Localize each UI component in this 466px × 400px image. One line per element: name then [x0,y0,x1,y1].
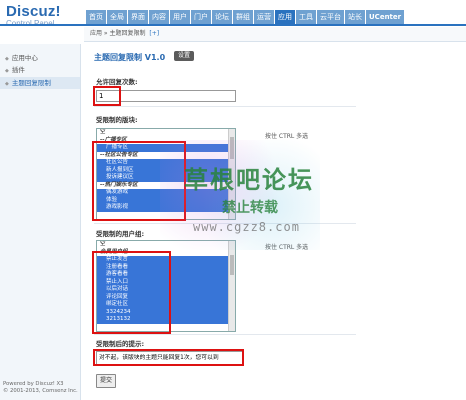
reply-count-label: 允许回复次数: [96,78,138,86]
nav-item[interactable]: 群组 [233,10,253,24]
message-label: 受限制后的提示: [96,340,145,348]
nav-divider [0,24,466,26]
sidebar-item-label: 主题回复限制 [11,79,51,87]
forums-label: 受限制的版块: [96,116,138,124]
nav-item[interactable]: 工具 [296,10,316,24]
nav-item[interactable]: 运营 [254,10,274,24]
breadcrumb: 应用 » 主题回复限制 [+] [84,27,466,42]
scroll-thumb[interactable] [230,255,234,275]
sidebar-item-label: 插件 [11,66,25,74]
sidebar-item-label: 应用中心 [11,54,38,62]
nav-item[interactable]: 云平台 [317,10,344,24]
sidebar: ◆ 应用中心 ◆ 插件 ◆ 主题回复限制 [0,44,81,400]
groups-label: 受限制的用户组: [96,230,145,238]
nav-item[interactable]: 用户 [170,10,190,24]
highlight-box [92,251,171,334]
sidebar-item-reply-limit[interactable]: ◆ 主题回复限制 [0,77,80,89]
footer-copyright-text: © 2001-2013, Comsenz Inc. [3,388,78,394]
divider [94,106,356,107]
divider [94,223,356,224]
bullet-icon: ◆ [5,68,9,74]
forums-ctrl-hint: 按住 CTRL 多选 [265,133,309,140]
list-option[interactable]: 空 [97,129,235,137]
nav-item[interactable]: 全局 [107,10,127,24]
groups-ctrl-hint: 按住 CTRL 多选 [265,244,309,251]
highlight-box [92,141,186,221]
groups-scrollbar[interactable] [228,241,235,331]
footer-copyright: Powered by Discuz! X3 © 2001-2013, Comse… [3,381,78,395]
main-nav: 首页 全局 界面 内容 用户 门户 论坛 群组 运营 应用 工具 云平台 站长 UCenter [86,10,405,24]
scroll-thumb[interactable] [230,137,234,159]
footer-powered-by: Powered by Discuz! X3 [3,381,64,387]
list-option[interactable]: 空 [97,241,235,249]
submit-button[interactable]: 提交 [96,374,117,388]
nav-item[interactable]: 内容 [149,10,169,24]
sidebar-item-app-center[interactable]: ◆ 应用中心 [0,52,80,64]
nav-item[interactable]: 站长 [345,10,365,24]
settings-tab-button[interactable]: 设置 [174,51,195,61]
logo-text: Discuz! [6,3,61,20]
highlight-box [93,349,244,366]
page-title: 主题回复限制 V1.0 [94,53,166,62]
bullet-icon: ◆ [5,81,9,87]
nav-item[interactable]: 门户 [191,10,211,24]
sidebar-item-plugins[interactable]: ◆ 插件 [0,64,80,76]
nav-item[interactable]: UCenter [366,10,405,24]
breadcrumb-text: 应用 » 主题回复限制 [90,30,146,37]
highlight-box [93,86,121,106]
divider [94,334,356,335]
forums-scrollbar[interactable] [228,129,235,219]
add-shortcut-link[interactable]: [+] [149,30,159,37]
nav-item[interactable]: 论坛 [212,10,232,24]
nav-item[interactable]: 界面 [128,10,148,24]
nav-item[interactable]: 应用 [275,10,295,24]
nav-item[interactable]: 首页 [86,10,106,24]
